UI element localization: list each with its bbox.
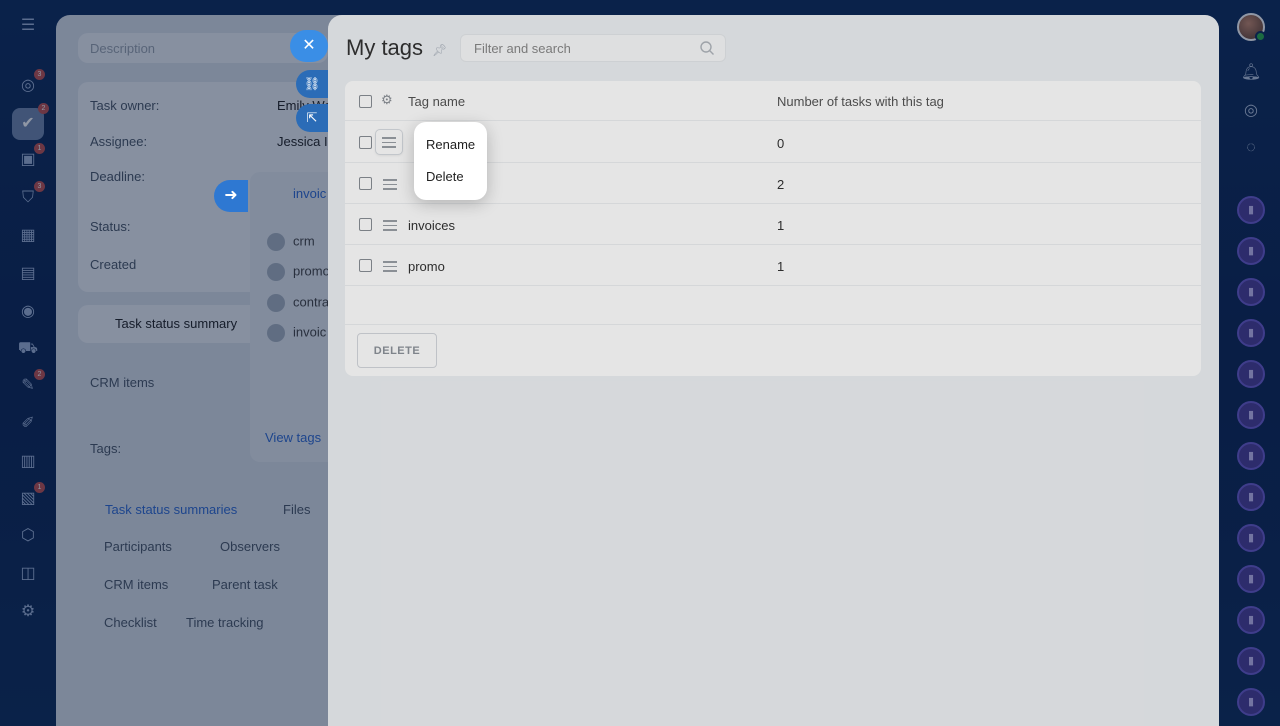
copy-link-button[interactable]: ⛓ <box>296 70 328 98</box>
table-header: ⚙ Tag name Number of tasks with this tag <box>345 81 1201 121</box>
row-menu-icon[interactable] <box>376 130 402 154</box>
row-menu-icon[interactable] <box>383 220 397 231</box>
rename-menu-item[interactable]: Rename <box>426 137 475 152</box>
task-count-cell: 2 <box>777 177 785 192</box>
delete-menu-item[interactable]: Delete <box>426 169 464 184</box>
delete-button[interactable]: DELETE <box>357 333 437 368</box>
task-count-cell: 1 <box>777 218 785 233</box>
column-task-count[interactable]: Number of tasks with this tag <box>777 94 944 109</box>
search-input[interactable]: Filter and search <box>460 34 726 62</box>
open-new-window-button[interactable]: ⇱ <box>296 104 328 132</box>
tag-name-cell[interactable]: promo <box>408 259 445 274</box>
tag-name-cell[interactable]: invoices <box>408 218 455 233</box>
row-checkbox[interactable] <box>359 259 372 272</box>
arrow-right-button[interactable]: ➜ <box>214 180 248 212</box>
page-title: My tags <box>346 35 424 60</box>
task-count-cell: 0 <box>777 136 785 151</box>
search-icon[interactable] <box>699 40 715 56</box>
link-icon: ⛓ <box>303 76 321 91</box>
arrow-right-icon: ➜ <box>224 187 238 204</box>
row-menu-icon[interactable] <box>383 179 397 190</box>
row-menu-icon[interactable] <box>383 261 397 272</box>
row-context-menu: Rename Delete <box>414 122 487 200</box>
close-slider-button[interactable]: ✕ <box>290 30 328 62</box>
search-placeholder: Filter and search <box>474 41 571 56</box>
task-count-cell: 1 <box>777 259 785 274</box>
row-checkbox[interactable] <box>359 177 372 190</box>
table-row: promo 1 <box>345 245 1201 286</box>
close-icon: ✕ <box>302 37 316 54</box>
external-link-icon: ⇱ <box>306 110 318 125</box>
row-checkbox[interactable] <box>359 218 372 231</box>
select-all-checkbox[interactable] <box>359 95 372 108</box>
pin-icon[interactable]: 📌︎ <box>432 43 447 57</box>
table-empty-row <box>345 286 1201 325</box>
gear-icon[interactable]: ⚙ <box>381 93 395 107</box>
row-checkbox[interactable] <box>359 136 372 149</box>
column-tag-name[interactable]: Tag name <box>408 94 465 109</box>
table-row: invoices 1 <box>345 204 1201 245</box>
